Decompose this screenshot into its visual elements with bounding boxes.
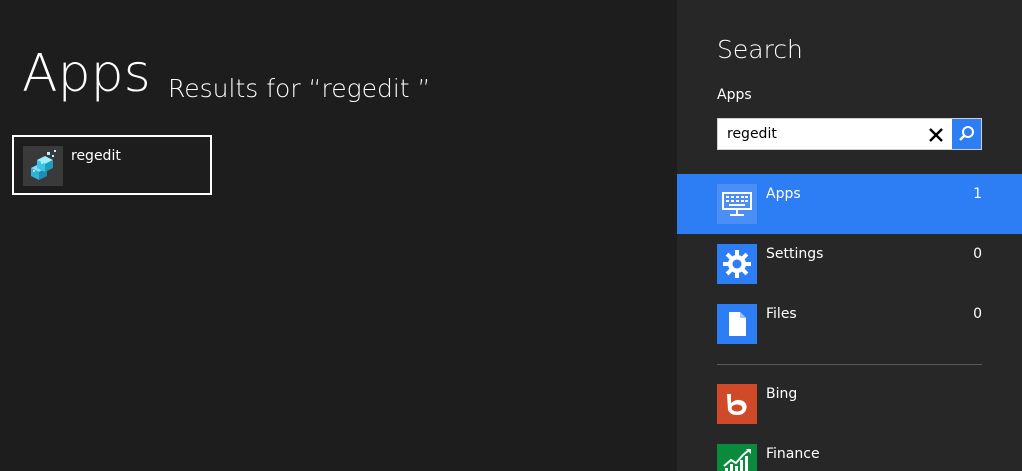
results-area: Apps Results for “regedit ” regedit <box>0 0 677 471</box>
search-title: Search <box>717 35 803 64</box>
search-charm-pane: Search Apps regedit Apps 1 Settings 0 Fi… <box>677 0 1022 471</box>
search-scope-label: Apps <box>717 87 752 103</box>
start-screen-search: Apps Results for “regedit ” regedit Sear… <box>0 0 1022 471</box>
scope-count: 0 <box>973 246 982 262</box>
scope-row-settings[interactable]: Settings 0 <box>677 234 1022 294</box>
search-icon <box>959 126 974 141</box>
gear-icon <box>717 244 757 284</box>
search-box <box>717 118 982 150</box>
apps-icon <box>717 184 757 224</box>
search-app-bing[interactable]: Bing <box>677 374 1022 434</box>
search-app-finance[interactable]: Finance <box>677 434 1022 471</box>
app-label: Finance <box>766 446 820 462</box>
bing-icon <box>717 384 757 424</box>
page-title: Apps <box>22 44 151 104</box>
scope-count: 0 <box>973 306 982 322</box>
scope-row-apps[interactable]: Apps 1 <box>677 174 1022 234</box>
scope-count: 1 <box>973 186 982 202</box>
scope-label: Settings <box>766 246 824 262</box>
file-icon <box>717 304 757 344</box>
results-subtitle: Results for “regedit ” <box>168 74 431 103</box>
divider <box>717 364 982 365</box>
search-input[interactable] <box>718 119 918 149</box>
app-result-tile-regedit[interactable]: regedit <box>12 135 212 195</box>
close-icon[interactable] <box>924 123 948 147</box>
scope-label: Apps <box>766 186 801 202</box>
finance-icon <box>717 444 757 471</box>
search-button[interactable] <box>952 119 981 149</box>
scope-label: Files <box>766 306 797 322</box>
scope-row-files[interactable]: Files 0 <box>677 294 1022 354</box>
app-label: Bing <box>766 386 798 402</box>
app-result-label: regedit <box>71 148 121 164</box>
regedit-icon <box>23 146 63 186</box>
